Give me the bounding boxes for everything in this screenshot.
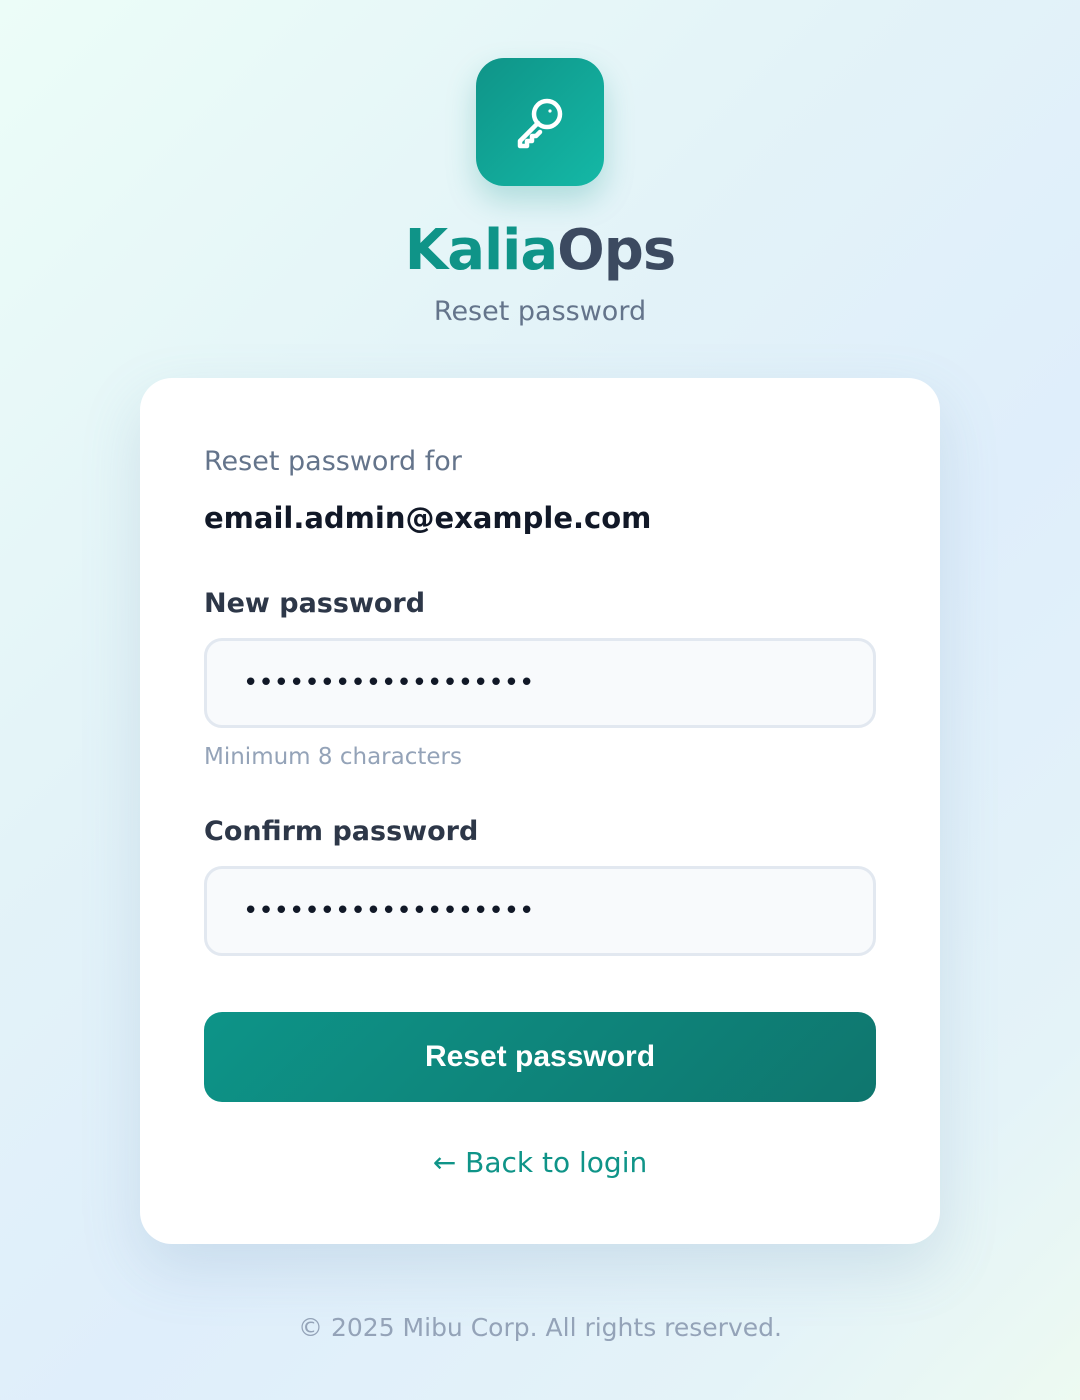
brand-name-part2: Ops: [557, 218, 676, 283]
account-email: email.admin@example.com: [204, 501, 652, 535]
brand-name: KaliaOps: [0, 216, 1080, 286]
confirm-password-label: Confirm password: [204, 816, 479, 847]
reset-password-button[interactable]: Reset password: [204, 1012, 876, 1102]
key-icon: [517, 98, 563, 149]
reset-password-card: Reset password for email.admin@example.c…: [140, 378, 940, 1244]
new-password-label: New password: [204, 588, 426, 619]
new-password-input[interactable]: •••••••••••••••••••: [204, 638, 876, 728]
page-subtitle: Reset password: [433, 296, 647, 327]
reset-for-label: Reset password for: [204, 446, 462, 477]
brand-name-part1: Kalia: [404, 218, 558, 283]
new-password-hint: Minimum 8 characters: [204, 744, 462, 770]
confirm-password-input[interactable]: •••••••••••••••••••: [204, 866, 876, 956]
footer-copyright: © 2025 Mibu Corp. All rights reserved.: [298, 1313, 782, 1342]
app-logo: [476, 58, 604, 186]
back-to-login-link[interactable]: ← Back to login: [140, 1144, 940, 1182]
